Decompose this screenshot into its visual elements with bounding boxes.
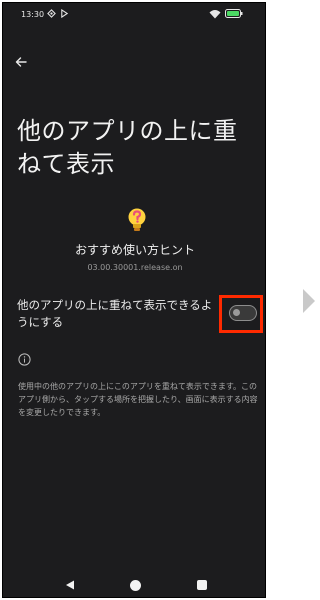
nav-recents-icon[interactable] bbox=[197, 580, 207, 590]
wifi-icon bbox=[209, 10, 221, 19]
app-name: おすすめ使い方ヒント bbox=[74, 243, 195, 257]
battery-icon bbox=[225, 9, 243, 18]
lightbulb-question-icon bbox=[128, 208, 146, 231]
app-package: 03.00.30001.release.on bbox=[87, 263, 183, 272]
page-title: 他のアプリの上に重ねて表示 bbox=[17, 117, 238, 178]
info-circle-icon bbox=[18, 353, 31, 366]
status-bar: 13:30 bbox=[3, 3, 265, 25]
navigation-bar bbox=[3, 569, 265, 597]
nav-home-icon[interactable] bbox=[130, 580, 141, 591]
overlay-permission-label[interactable]: 他のアプリの上に重ねて表示できるようにする bbox=[17, 297, 217, 331]
overlay-permission-toggle[interactable] bbox=[229, 305, 257, 321]
notification-icon bbox=[47, 9, 56, 18]
nav-back-icon[interactable] bbox=[65, 580, 75, 590]
back-button[interactable] bbox=[11, 52, 31, 72]
next-arrow-icon bbox=[303, 289, 315, 313]
play-store-icon bbox=[61, 9, 69, 18]
toggle-knob bbox=[233, 309, 240, 316]
status-time: 13:30 bbox=[21, 10, 45, 19]
permission-description: 使用中の他のアプリの上にこのアプリを重ねて表示できます。このアプリ側から、タップ… bbox=[18, 382, 258, 417]
phone-screen: 13:30 他のアプリの上に重ねて表示 おすすめ使い方ヒント 03.00.300… bbox=[2, 2, 266, 598]
arrow-left-icon bbox=[15, 57, 27, 67]
